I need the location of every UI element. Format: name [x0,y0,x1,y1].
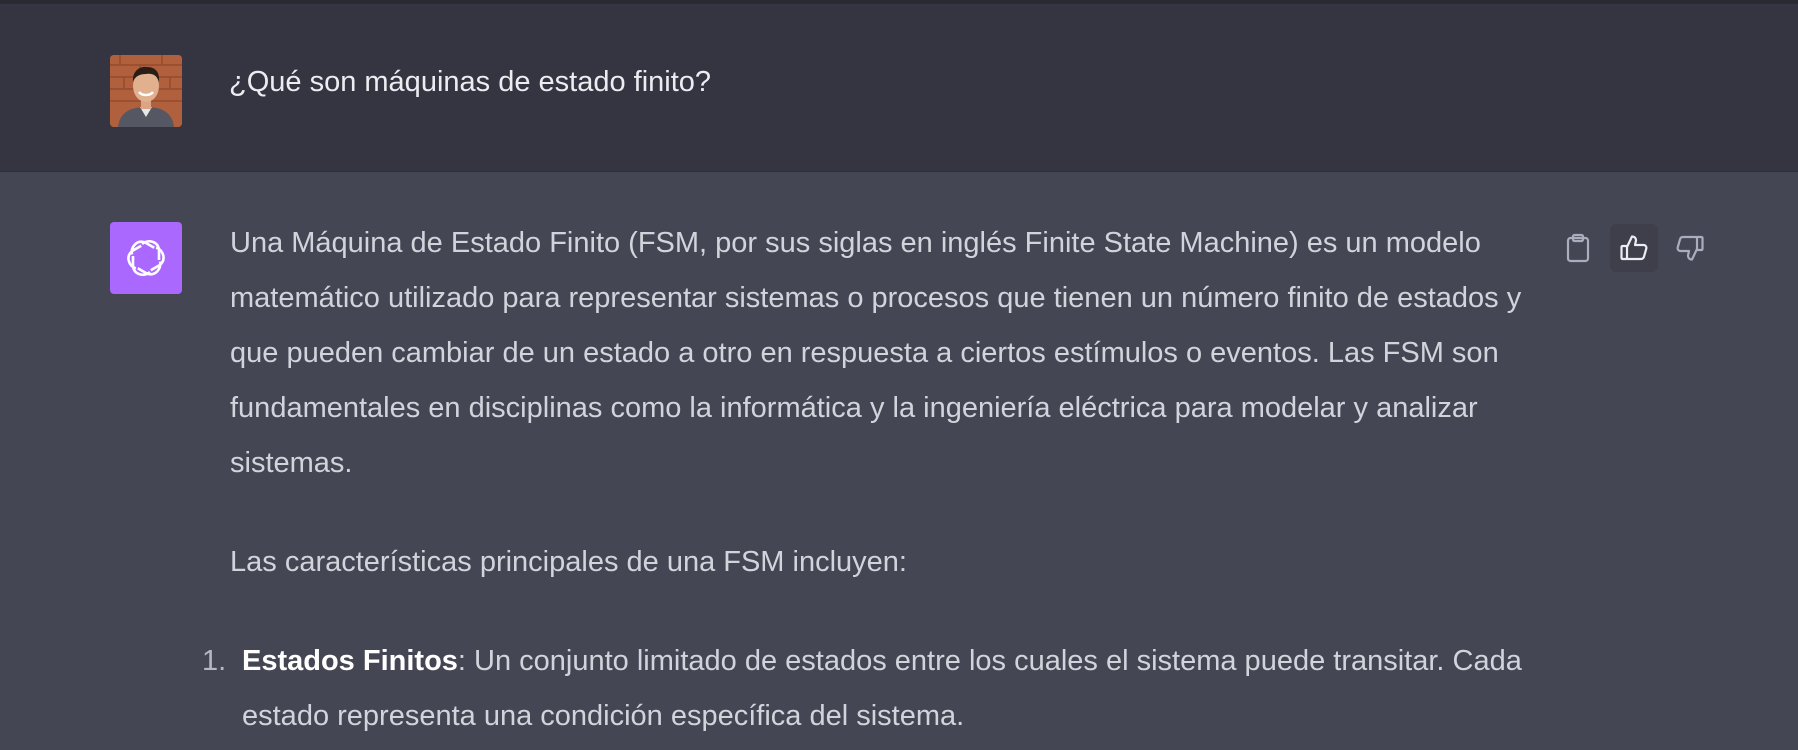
user-message-row: ¿Qué son máquinas de estado finito? [0,0,1798,172]
user-avatar [110,55,182,127]
assistant-message-content: Una Máquina de Estado Finito (FSM, por s… [202,216,1540,744]
list-item-number: 1. [202,645,227,677]
answer-list: 1. Estados Finitos: Un conjunto limitado… [202,634,1540,744]
clipboard-icon [1566,233,1590,263]
thumbs-up-button[interactable] [1610,224,1658,272]
openai-logo-icon [127,240,165,276]
assistant-avatar [110,222,182,294]
list-item-title: Estados Finitos [242,645,458,677]
thumbs-down-icon [1676,235,1704,261]
assistant-message-row: Una Máquina de Estado Finito (FSM, por s… [0,172,1798,750]
user-message-text: ¿Qué son máquinas de estado finito? [229,66,712,98]
copy-button[interactable] [1554,224,1602,272]
answer-paragraph-2: Las características principales de una F… [230,546,907,578]
thumbs-down-button[interactable] [1666,224,1714,272]
list-item: 1. Estados Finitos: Un conjunto limitado… [202,634,1540,744]
thumbs-up-icon [1620,235,1648,261]
answer-paragraph-1: Una Máquina de Estado Finito (FSM, por s… [230,227,1522,479]
message-actions [1554,224,1714,272]
